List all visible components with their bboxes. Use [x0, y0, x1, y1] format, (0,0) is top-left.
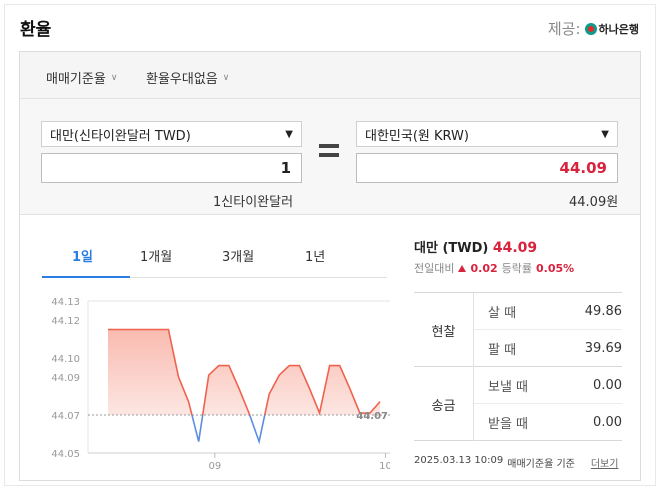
cash-buy-label: 살 때: [488, 305, 517, 321]
chevron-down-icon: ∨: [222, 72, 230, 83]
preferential-rate-dropdown[interactable]: 환율우대없음 ∨: [146, 68, 229, 87]
up-arrow-icon: [458, 264, 467, 272]
y-tick-label: 44.09: [51, 373, 80, 384]
tab-1month[interactable]: 1개월: [140, 246, 172, 265]
baseline-label: 44.07: [356, 411, 388, 422]
update-info: 2025.03.13 10:09 매매기준율 기준 더보기: [414, 455, 618, 470]
remit-send-label: 보낼 때: [488, 379, 529, 395]
exchange-panel: 매매기준율 ∨ 환율우대없음 ∨ 대만(신타이완달러 TWD) ▼ 1 대한민국…: [19, 51, 641, 481]
tab-3month[interactable]: 3개월: [222, 246, 254, 265]
chevron-down-icon: ▼: [601, 128, 609, 140]
current-rate: 44.09: [492, 240, 538, 256]
period-tabs: 1일 1개월 3개월 1년: [42, 232, 387, 278]
y-tick-label: 44.05: [51, 449, 80, 460]
to-currency-select[interactable]: 대한민국(원 KRW) ▼: [356, 121, 618, 147]
rate-basis: 매매기준율 기준: [507, 459, 575, 470]
change-value: 0.02: [470, 261, 498, 275]
rate-label: 등락률: [501, 262, 532, 275]
rate-table: 현찰 살 때 49.86 팔 때 39.69 송금 보낼 때 0.00 받을 때…: [414, 292, 622, 441]
chevron-down-icon: ▼: [285, 128, 293, 140]
equals-icon: [319, 144, 339, 162]
tab-1year[interactable]: 1년: [305, 246, 325, 265]
cash-label: 현찰: [414, 293, 474, 367]
rate-chart: 44.13 44.12 44.10 44.09 44.07 44.05 09 10 44.07: [51, 297, 390, 472]
cash-buy-row: 살 때 49.86: [474, 293, 622, 330]
remit-label: 송금: [414, 367, 474, 441]
update-timestamp: 2025.03.13 10:09: [414, 455, 504, 466]
cash-sell-label: 팔 때: [488, 343, 517, 358]
converter: 대만(신타이완달러 TWD) ▼ 1 대한민국(원 KRW) ▼ 44.09 1…: [20, 99, 640, 215]
provider: 제공: 하나은행: [548, 18, 639, 39]
to-currency-label: 대한민국(원 KRW): [365, 128, 469, 144]
rate-value: 0.05%: [536, 261, 575, 275]
cash-sell-row: 팔 때 39.69: [474, 330, 622, 367]
remit-send-value: 0.00: [593, 377, 622, 393]
provider-prefix: 제공:: [547, 20, 581, 38]
more-link[interactable]: 더보기: [591, 455, 619, 470]
cash-group: 현찰 살 때 49.86 팔 때 39.69: [414, 293, 622, 367]
currency-name: 대만 (TWD): [414, 241, 489, 256]
provider-name: 하나은행: [598, 22, 639, 36]
widget-title: 환율: [20, 20, 52, 40]
rate-type-label: 매매기준율: [46, 72, 106, 87]
rate-type-dropdown[interactable]: 매매기준율 ∨: [46, 68, 117, 87]
preferential-rate-label: 환율우대없음: [146, 72, 218, 87]
tab-1day[interactable]: 1일: [72, 246, 93, 265]
x-tick-label: 09: [208, 461, 221, 472]
y-tick-label: 44.07: [51, 411, 80, 422]
y-tick-label: 44.12: [51, 316, 80, 327]
remit-send-row: 보낼 때 0.00: [474, 367, 622, 404]
x-tick-label: 10: [379, 461, 390, 472]
to-unit-text: 44.09원: [569, 195, 619, 210]
y-tick-label: 44.10: [51, 354, 80, 365]
remit-recv-label: 받을 때: [488, 417, 529, 432]
from-currency-label: 대만(신타이완달러 TWD): [50, 128, 191, 144]
area-fill: [108, 329, 380, 415]
from-amount-input[interactable]: 1: [41, 153, 302, 183]
cash-sell-value: 39.69: [584, 341, 622, 356]
option-bar: 매매기준율 ∨ 환율우대없음 ∨: [20, 52, 640, 99]
hana-bank-logo: 하나은행: [584, 21, 639, 37]
hana-logo-icon: [584, 22, 597, 35]
cash-buy-value: 49.86: [584, 303, 622, 319]
from-currency-select[interactable]: 대만(신타이완달러 TWD) ▼: [41, 121, 302, 147]
exchange-rate-widget: 환율 제공: 하나은행 매매기준율 ∨ 환율우대없음 ∨ 대만(신타이완달러 T…: [4, 4, 656, 486]
currency-summary-title: 대만 (TWD) 44.09: [414, 237, 537, 256]
change-label: 전일대비: [414, 262, 455, 275]
to-amount-input[interactable]: 44.09: [356, 153, 618, 183]
chevron-down-icon: ∨: [110, 72, 118, 83]
remit-recv-value: 0.00: [593, 415, 622, 430]
y-tick-label: 44.13: [51, 297, 80, 308]
remit-group: 송금 보낼 때 0.00 받을 때 0.00: [414, 367, 622, 441]
change-info: 전일대비 0.02 등락률 0.05%: [414, 260, 574, 276]
from-unit-text: 1신타이완달러: [213, 195, 294, 210]
remit-recv-row: 받을 때 0.00: [474, 404, 622, 441]
